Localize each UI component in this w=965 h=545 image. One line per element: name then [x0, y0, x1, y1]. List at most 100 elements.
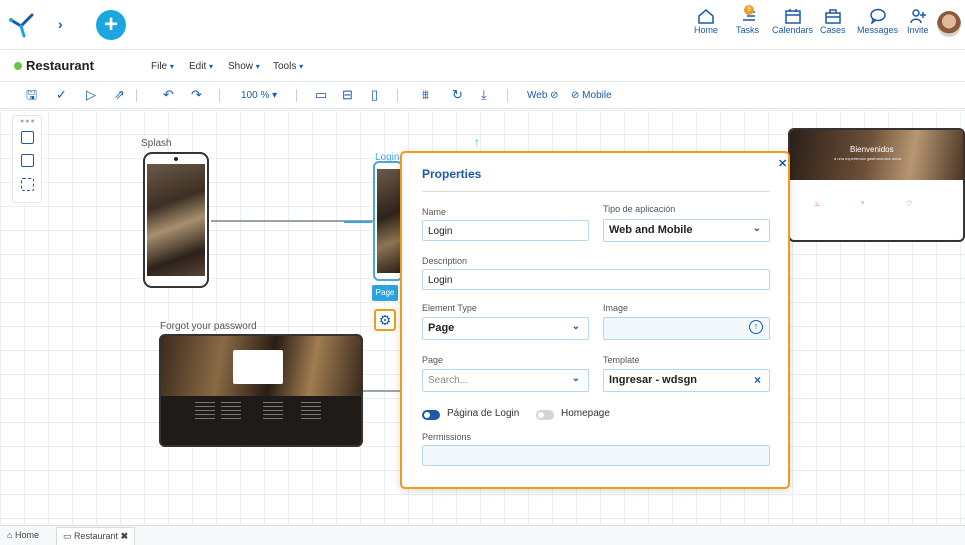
project-status-dot	[14, 62, 22, 70]
login-node[interactable]	[373, 161, 403, 281]
refresh-icon[interactable]: ↻	[452, 88, 463, 102]
run-icon[interactable]: ▷	[86, 88, 96, 102]
food-icon: ♨	[814, 201, 821, 208]
bottom-tab-bar: ⌂ Home ▭ Restaurant ✖	[0, 525, 965, 545]
name-field[interactable]: Login	[422, 220, 589, 241]
page-placeholder: Search...	[428, 375, 469, 386]
app-type-select[interactable]: Web and Mobile ⌄	[603, 219, 770, 242]
desktop-view-icon[interactable]: ▭	[315, 88, 327, 102]
chevron-down-icon: ▾	[272, 90, 278, 101]
connector-selected	[344, 221, 372, 223]
app-type-value: Web and Mobile	[609, 224, 693, 236]
message-icon	[869, 8, 886, 24]
nav-tasks[interactable]: 9 Tasks	[736, 5, 760, 35]
note-element-icon[interactable]	[21, 154, 34, 167]
homepage-toggle[interactable]	[536, 410, 554, 420]
close-icon[interactable]: ✕	[778, 157, 787, 170]
publish-icon[interactable]: ⇗	[114, 88, 125, 102]
description-field[interactable]: Login	[422, 269, 770, 290]
menu-edit[interactable]: Edit ▾	[189, 61, 213, 72]
page-element-icon[interactable]	[21, 131, 34, 144]
permissions-field[interactable]	[422, 445, 770, 466]
nav-invite[interactable]: Invite	[907, 8, 929, 35]
panel-divider	[422, 191, 770, 192]
home-welcome-subtitle: a una experiencia gastronómica única	[834, 156, 902, 161]
project-name: Restaurant	[26, 58, 94, 73]
page-label: Page	[422, 355, 444, 365]
nav-tasks-label: Tasks	[736, 25, 760, 35]
connector-line	[363, 390, 401, 392]
splash-node[interactable]	[143, 152, 209, 288]
panel-title: Properties	[422, 167, 482, 181]
permissions-label: Permissions	[422, 432, 472, 442]
mobile-toggle[interactable]: ⊘ Mobile	[571, 90, 612, 101]
menu-file[interactable]: File ▾	[151, 61, 174, 72]
nav-calendars[interactable]: Calendars	[772, 8, 813, 35]
check-icon[interactable]: ✓	[56, 88, 67, 102]
tasks-badge: 9	[744, 5, 754, 15]
toolbar-divider	[507, 89, 508, 102]
redo-icon[interactable]: ↷	[191, 88, 202, 102]
create-button[interactable]: +	[96, 10, 126, 40]
web-toggle[interactable]: Web ⊘	[527, 90, 559, 101]
check-circle-icon: ⊘	[550, 90, 559, 101]
toolbar-divider	[296, 89, 297, 102]
forgot-node-label: Forgot your password	[160, 321, 257, 332]
download-icon[interactable]: ⤓	[481, 88, 487, 102]
toolbar-divider	[397, 89, 398, 102]
project-bar: Restaurant File ▾ Edit ▾ Show ▾ Tools ▾	[0, 50, 965, 82]
home-page-node[interactable]: Bienvenidos a una experiencia gastronómi…	[788, 128, 965, 242]
save-icon[interactable]: 🖫	[26, 88, 37, 102]
login-page-toggle[interactable]	[422, 410, 440, 420]
template-value: Ingresar - wdsgn	[609, 374, 698, 386]
undo-icon[interactable]: ↶	[163, 88, 174, 102]
tab-restaurant-label: Restaurant	[74, 531, 119, 541]
nav-invite-label: Invite	[907, 25, 929, 35]
nav-messages-label: Messages	[857, 25, 899, 35]
forgot-password-node[interactable]	[159, 334, 363, 447]
user-avatar[interactable]	[937, 11, 961, 37]
drag-handle-icon[interactable]: ●●●	[20, 118, 36, 125]
web-label: Web	[527, 90, 548, 101]
upload-icon[interactable]: ↑	[749, 320, 763, 334]
drink-icon: ♆	[860, 200, 866, 207]
toggle-knob	[538, 412, 544, 418]
forgot-dialog-thumbnail	[233, 350, 283, 384]
nav-cases[interactable]: Cases	[820, 8, 846, 35]
zoom-select[interactable]: 100 % ▾	[241, 90, 277, 101]
component-element-icon[interactable]	[21, 178, 34, 191]
name-label: Name	[422, 207, 447, 217]
tab-restaurant[interactable]: ▭ Restaurant ✖	[56, 527, 136, 545]
nav-home[interactable]: Home	[694, 8, 718, 35]
tab-home[interactable]: ⌂ Home	[7, 530, 39, 540]
check-circle-icon: ⊘	[571, 90, 580, 101]
nav-messages[interactable]: Messages	[857, 8, 898, 35]
nav-cases-label: Cases	[820, 25, 846, 35]
menu-edit-label: Edit	[189, 61, 207, 72]
layout-icon[interactable]: ⩩	[422, 88, 429, 102]
chevron-down-icon: ⌄	[571, 321, 580, 332]
app-logo-icon[interactable]	[8, 12, 38, 38]
calendar-icon	[784, 9, 801, 24]
page-select[interactable]: Search... ⌄	[422, 369, 589, 392]
menu-tools[interactable]: Tools ▾	[273, 61, 303, 72]
image-field[interactable]: ↑	[603, 317, 770, 340]
splash-node-label: Splash	[141, 138, 172, 149]
template-select[interactable]: Ingresar - wdsgn ×	[603, 369, 770, 392]
element-type-value: Page	[428, 322, 455, 334]
clear-icon[interactable]: ×	[754, 373, 761, 387]
gear-icon[interactable]: ⚙	[374, 309, 396, 331]
home-icon	[698, 9, 714, 24]
arrow-up-icon[interactable]: ↑	[474, 135, 480, 149]
element-type-select[interactable]: Page ⌄	[422, 317, 589, 340]
login-page-toggle-label: Página de Login	[447, 408, 520, 419]
menu-show[interactable]: Show ▾	[228, 61, 260, 72]
page-chip[interactable]: Page	[372, 285, 398, 301]
close-tab-icon[interactable]: ✖	[121, 531, 129, 541]
name-value: Login	[428, 226, 453, 237]
mobile-view-icon[interactable]: ▯	[371, 88, 378, 102]
toolbar-divider	[136, 89, 137, 102]
tablet-view-icon[interactable]: ⊟	[342, 88, 353, 102]
chevron-down-icon: ▾	[209, 62, 214, 71]
expand-chevron-icon[interactable]: ›	[58, 16, 63, 32]
